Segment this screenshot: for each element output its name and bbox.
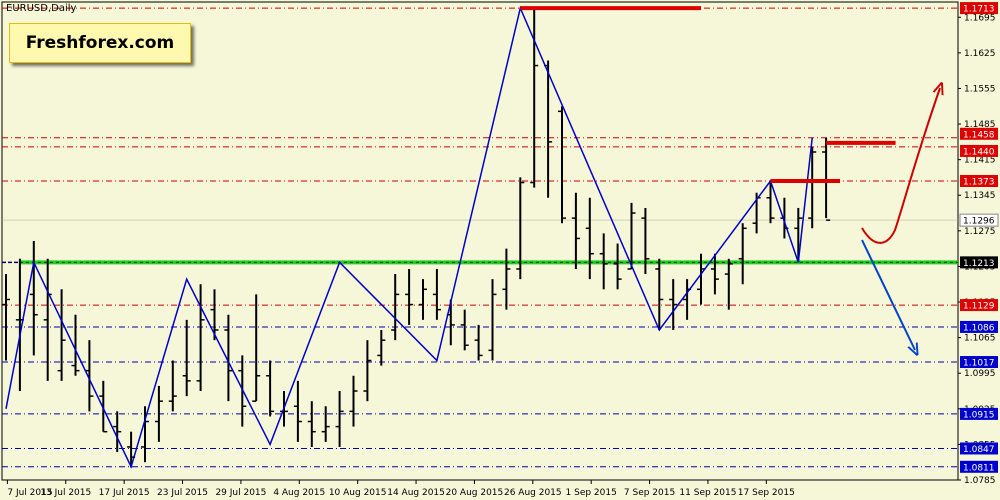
time-tick-label: 7 Sep 2015 (624, 488, 675, 498)
brand-text: Freshforex.com (25, 33, 175, 53)
time-tick-label: 17 Jul 2015 (99, 488, 150, 498)
time-tick-label: 13 Jul 2015 (40, 488, 91, 498)
price-badge-label: 1.0811 (963, 463, 995, 473)
time-tick-label: 17 Sep 2015 (738, 488, 795, 498)
price-badge-label: 1.1086 (963, 323, 995, 333)
time-tick-label: 10 Aug 2015 (329, 488, 387, 498)
chart-window: 1.1695 1.1625 1.1555 1.1485 1.1415 1.1345 1.12… (0, 0, 1000, 500)
price-tick-label: 1.1555 (964, 84, 996, 94)
price-badge-label: 1.0915 (963, 410, 995, 420)
time-tick-label: 14 Aug 2015 (387, 488, 445, 498)
zigzag-line (5, 5, 813, 469)
price-tick-label: 1.0785 (964, 476, 996, 486)
price-badge-label: 1.1296 (963, 217, 995, 227)
price-tick-label: 1.1625 (964, 49, 996, 59)
time-tick-label: 20 Aug 2015 (446, 488, 504, 498)
price-tick-label: 1.1275 (964, 227, 996, 237)
price-badge-label: 1.1213 (963, 259, 995, 269)
price-tick-label: 1.1065 (964, 334, 996, 344)
time-tick-label: 4 Aug 2015 (273, 488, 325, 498)
price-tick-label: 1.0995 (964, 369, 996, 379)
price-badge-label: 1.1458 (963, 130, 995, 140)
price-badge-label: 1.0847 (963, 445, 995, 455)
price-badge-label: 1.1373 (963, 177, 995, 187)
price-tick-label: 1.1695 (964, 13, 996, 23)
time-tick-label: 29 Jul 2015 (215, 488, 266, 498)
brand-logo: Freshforex.com (9, 23, 191, 63)
price-badge-label: 1.1017 (963, 359, 995, 369)
symbol-title: EURUSD,Daily (6, 3, 77, 14)
time-tick-label: 23 Jul 2015 (157, 488, 208, 498)
price-chart: 1.16951.16251.15551.14851.14151.13451.12… (1, 1, 999, 498)
price-badge-label: 1.1129 (963, 302, 995, 312)
price-tick-label: 1.1345 (964, 191, 996, 201)
bearish-forecast-arrow (861, 239, 915, 350)
time-tick-label: 11 Sep 2015 (679, 488, 736, 498)
price-badge-label: 1.1713 (963, 5, 995, 15)
price-badge-label: 1.1440 (963, 147, 995, 157)
time-tick-label: 1 Sep 2015 (566, 488, 617, 498)
time-tick-label: 26 Aug 2015 (504, 488, 562, 498)
